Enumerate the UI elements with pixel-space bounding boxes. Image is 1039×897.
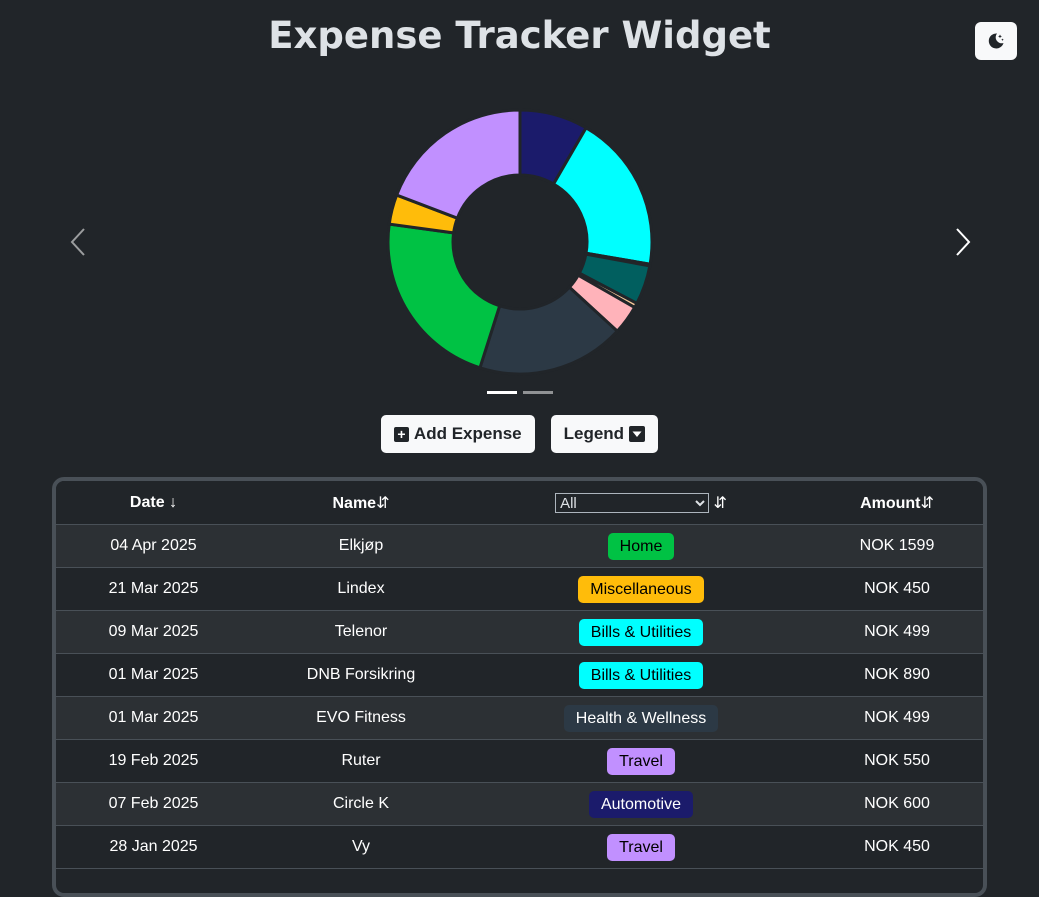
amount-cell: NOK 450 [811,567,983,611]
category-cell: Health & Wellness [471,696,811,740]
donut-svg [386,108,654,376]
action-buttons: + Add Expense Legend [0,415,1039,453]
carousel-next-button[interactable] [948,220,978,264]
moon-icon [988,33,1004,49]
carousel-indicators [487,391,553,394]
table-row[interactable]: 21 Mar 2025 Lindex Miscellaneous NOK 450 [56,567,983,611]
legend-button[interactable]: Legend [550,415,659,453]
amount-cell: NOK 499 [811,696,983,740]
donut-slice[interactable] [386,222,502,370]
category-cell: Travel [471,825,811,869]
chart-carousel [50,85,990,405]
name-cell: Lindex [251,567,471,611]
amount-header-label: Amount [860,494,921,512]
category-badge: Travel [607,747,675,775]
caret-down-square-icon [629,426,646,442]
category-cell: Bills & Utilities [471,610,811,654]
sort-icon[interactable]: ⇵ [714,495,727,512]
amount-cell: NOK 450 [811,825,983,869]
plus-square-icon: + [393,426,409,442]
amount-cell: NOK 499 [811,610,983,654]
add-expense-button[interactable]: + Add Expense [380,415,535,453]
category-badge: Travel [607,833,675,861]
name-cell: DNB Forsikring [251,653,471,697]
expense-table: Date ↓ Name⇵ All ⇵ Amount⇵ 04 Apr 2025 El… [56,481,983,869]
donut-slice[interactable] [394,108,522,221]
table-row[interactable]: 01 Mar 2025 EVO Fitness Health & Wellness N… [56,696,983,740]
date-cell: 28 Jan 2025 [56,825,251,869]
carousel-indicator-2[interactable] [523,391,553,394]
theme-toggle-button[interactable] [975,22,1017,60]
table-row[interactable]: 01 Mar 2025 DNB Forsikring Bills & Utiliti… [56,653,983,697]
name-cell: Ruter [251,739,471,783]
table-header-row: Date ↓ Name⇵ All ⇵ Amount⇵ [56,481,983,525]
date-cell: 21 Mar 2025 [56,567,251,611]
amount-cell: NOK 600 [811,782,983,826]
date-cell: 01 Mar 2025 [56,696,251,740]
expense-table-container: Date ↓ Name⇵ All ⇵ Amount⇵ 04 Apr 2025 El… [52,477,987,897]
legend-label: Legend [563,424,625,443]
page-title: Expense Tracker Widget [268,14,771,57]
name-cell: Elkjøp [251,524,471,568]
date-cell: 01 Mar 2025 [56,653,251,697]
amount-cell: NOK 890 [811,653,983,697]
category-badge: Health & Wellness [563,704,719,732]
name-cell: Vy [251,825,471,869]
table-row[interactable]: 19 Feb 2025 Ruter Travel NOK 550 [56,739,983,783]
amount-header[interactable]: Amount⇵ [811,481,983,525]
sort-icon: ⇵ [920,494,934,512]
table-row[interactable]: 04 Apr 2025 Elkjøp Home NOK 1599 [56,524,983,568]
table-row[interactable]: 28 Jan 2025 Vy Travel NOK 450 [56,825,983,869]
category-cell: Miscellaneous [471,567,811,611]
date-header[interactable]: Date ↓ [56,481,251,525]
name-header-label: Name [332,494,377,512]
date-cell: 09 Mar 2025 [56,610,251,654]
category-badge: Miscellaneous [578,575,704,603]
date-cell: 19 Feb 2025 [56,739,251,783]
table-row[interactable]: 09 Mar 2025 Telenor Bills & Utilities NOK 4… [56,610,983,654]
name-cell: EVO Fitness [251,696,471,740]
chevron-right-icon [956,228,971,256]
category-cell: Bills & Utilities [471,653,811,697]
category-filter-select[interactable]: All [555,492,710,513]
category-header: All ⇵ [471,481,811,525]
category-cell: Travel [471,739,811,783]
amount-cell: NOK 1599 [811,524,983,568]
table-row[interactable]: 07 Feb 2025 Circle K Automotive NOK 600 [56,782,983,826]
name-cell: Telenor [251,610,471,654]
category-cell: Home [471,524,811,568]
carousel-indicator-1[interactable] [487,391,517,394]
sort-desc-icon: ↓ [169,493,178,511]
expense-donut-chart [50,85,990,385]
category-badge: Bills & Utilities [578,661,704,689]
category-badge: Bills & Utilities [578,618,704,646]
name-header[interactable]: Name⇵ [251,481,471,525]
category-badge: Automotive [588,790,694,818]
date-cell: 07 Feb 2025 [56,782,251,826]
category-cell: Automotive [471,782,811,826]
category-badge: Home [607,532,675,560]
date-header-label: Date [129,493,165,511]
add-expense-label: Add Expense [413,424,522,443]
sort-icon: ⇵ [376,494,390,512]
amount-cell: NOK 550 [811,739,983,783]
name-cell: Circle K [251,782,471,826]
date-cell: 04 Apr 2025 [56,524,251,568]
